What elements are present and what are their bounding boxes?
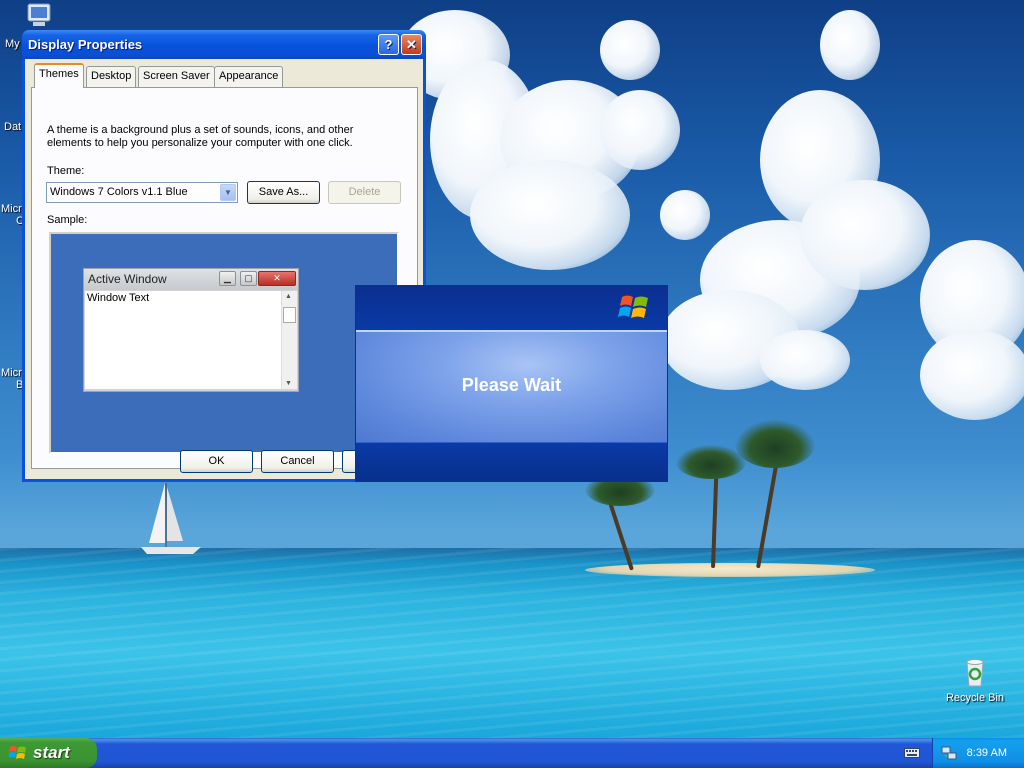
delete-button[interactable]: Delete: [328, 181, 401, 204]
dialog-title: Display Properties: [28, 37, 143, 52]
help-button[interactable]: ?: [378, 34, 399, 55]
sample-window-content: Window Text ▲ ▼: [85, 291, 297, 389]
wait-window-header: [356, 286, 667, 330]
maximize-icon: ▢: [240, 271, 257, 286]
minimize-icon: ▁: [219, 271, 236, 286]
desktop-icon-label: My: [5, 38, 20, 50]
save-as-button[interactable]: Save As...: [247, 181, 320, 204]
start-label: start: [33, 743, 70, 762]
sample-scrollbar: ▲ ▼: [281, 291, 297, 389]
sample-window-title: Active Window: [88, 272, 167, 286]
chevron-down-icon[interactable]: ▼: [220, 184, 236, 201]
cancel-button[interactable]: Cancel: [261, 450, 334, 473]
wallpaper-cloud: [600, 90, 680, 170]
sample-label: Sample:: [47, 214, 88, 226]
keyboard-icon[interactable]: [904, 747, 920, 759]
tab-themes[interactable]: Themes: [34, 63, 84, 88]
theme-sample-preview: Active Window ▁ ▢ ✕ Window Text ▲ ▼: [49, 232, 399, 454]
recycle-bin-icon[interactable]: Recycle Bin: [940, 656, 1010, 704]
sample-window-title-bar: Active Window ▁ ▢ ✕: [84, 269, 298, 290]
start-button[interactable]: start: [0, 738, 97, 768]
theme-label: Theme:: [47, 165, 85, 177]
wallpaper-cloud: [760, 330, 850, 390]
palm-tree-leaves: [735, 420, 815, 468]
network-icon[interactable]: [941, 745, 957, 761]
taskbar: start 8:39 AM: [0, 738, 1024, 768]
tab-appearance[interactable]: Appearance: [214, 66, 284, 87]
tab-desktop[interactable]: Desktop: [86, 66, 137, 87]
wallpaper-cloud: [660, 190, 710, 240]
scroll-up-icon: ▲: [285, 293, 292, 300]
my-computer-icon[interactable]: [22, 2, 54, 28]
system-tray: 8:39 AM: [932, 738, 1024, 768]
wallpaper-cloud: [600, 20, 660, 80]
wallpaper-cloud: [920, 330, 1024, 420]
wait-window-footer: [356, 442, 667, 481]
scroll-thumb: [283, 307, 296, 323]
clock[interactable]: 8:39 AM: [967, 738, 1007, 768]
dialog-title-bar[interactable]: Display Properties ? ✕: [22, 30, 426, 59]
windows-logo-icon: [618, 295, 648, 318]
recycle-bin-label: Recycle Bin: [945, 692, 1005, 704]
desktop-icon-label: Dat: [4, 121, 22, 133]
theme-dropdown[interactable]: Windows 7 Colors v1.1 Blue ▼: [46, 182, 238, 203]
sailboat-image: [141, 483, 201, 554]
wallpaper-sea: [0, 548, 1024, 738]
please-wait-window: Please Wait: [355, 285, 668, 482]
sample-active-window: Active Window ▁ ▢ ✕ Window Text ▲ ▼: [83, 268, 299, 392]
sample-window-text: Window Text: [87, 292, 150, 304]
theme-dropdown-value: Windows 7 Colors v1.1 Blue: [50, 186, 188, 198]
themes-description: A theme is a background plus a set of so…: [47, 124, 354, 149]
please-wait-message: Please Wait: [461, 375, 562, 395]
close-button[interactable]: ✕: [401, 34, 422, 55]
close-icon: ✕: [258, 271, 296, 286]
ok-button[interactable]: OK: [180, 450, 253, 473]
wallpaper-cloud: [470, 160, 630, 270]
windows-flag-icon: [9, 746, 26, 759]
scroll-down-icon: ▼: [285, 380, 292, 387]
tab-screen-saver[interactable]: Screen Saver: [138, 66, 215, 87]
wallpaper-cloud: [800, 180, 930, 290]
wallpaper-cloud: [820, 10, 880, 80]
